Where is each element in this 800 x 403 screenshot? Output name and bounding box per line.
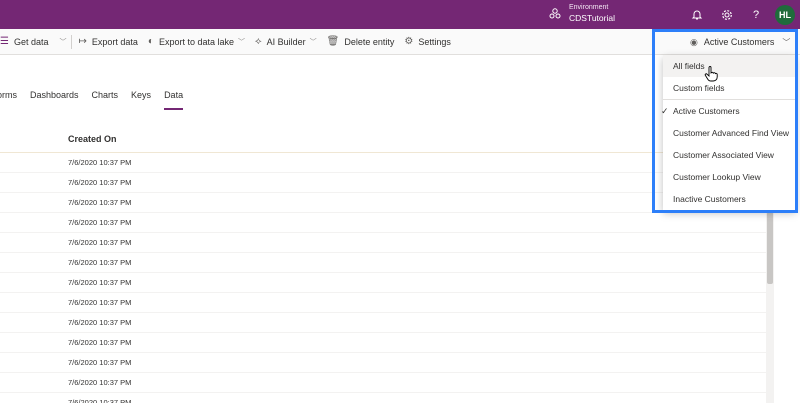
export-lake-label: Export to data lake bbox=[158, 36, 235, 47]
table-row[interactable]: 7/6/2020 10:37 PM bbox=[0, 293, 766, 313]
environment-name: CDSTutorial bbox=[569, 13, 615, 23]
export-data-label: Export data bbox=[91, 36, 138, 47]
chevron-down-icon: ﹀ bbox=[238, 38, 246, 46]
table-row[interactable]: 7/6/2020 10:37 PM bbox=[0, 393, 766, 403]
ai-builder-icon: ⟡ bbox=[255, 36, 262, 47]
hand-cursor-icon bbox=[704, 66, 718, 82]
chevron-down-icon: ﹀ bbox=[59, 38, 67, 46]
table-row[interactable]: 7/6/2020 10:37 PM bbox=[0, 313, 766, 333]
get-data-button[interactable]: ☰ Get data bbox=[0, 29, 54, 55]
get-data-label: Get data bbox=[13, 36, 49, 47]
chevron-down-icon: ﹀ bbox=[309, 38, 317, 46]
environment-picker[interactable]: Environment CDSTutorial bbox=[549, 3, 615, 23]
gear-icon[interactable] bbox=[720, 8, 734, 22]
tab-dashboards[interactable]: Dashboards bbox=[30, 90, 79, 110]
bell-icon[interactable] bbox=[690, 8, 704, 22]
arrow-right-icon: ↦ bbox=[78, 36, 87, 47]
tab-data[interactable]: Data bbox=[164, 90, 184, 110]
entity-tabs: orms Dashboards Charts Keys Data bbox=[0, 90, 196, 110]
ai-builder-label: AI Builder bbox=[266, 36, 306, 47]
delete-entity-button[interactable]: 🗑 Delete entity bbox=[322, 29, 400, 55]
vertical-scrollbar[interactable] bbox=[766, 180, 774, 403]
get-data-chevron[interactable]: ﹀ bbox=[54, 29, 69, 55]
delete-entity-label: Delete entity bbox=[344, 36, 395, 47]
avatar[interactable]: HL bbox=[775, 5, 795, 25]
gear-icon: ⚙ bbox=[404, 36, 414, 47]
table-row[interactable]: 7/6/2020 10:37 PM bbox=[0, 353, 766, 373]
trash-icon: 🗑 bbox=[326, 36, 340, 47]
highlight-box bbox=[652, 29, 798, 213]
help-icon[interactable]: ? bbox=[749, 8, 763, 22]
data-lake-icon: ◐ bbox=[147, 36, 154, 47]
column-header-created-on[interactable]: Created On bbox=[68, 134, 117, 144]
table-row[interactable]: 7/6/2020 10:37 PM bbox=[0, 273, 766, 293]
ai-builder-button[interactable]: ⟡ AI Builder ﹀ bbox=[250, 29, 322, 55]
tab-keys[interactable]: Keys bbox=[131, 90, 151, 110]
scrollbar-thumb[interactable] bbox=[767, 212, 773, 284]
table-row[interactable]: 7/6/2020 10:37 PM bbox=[0, 233, 766, 253]
database-icon: ☰ bbox=[0, 36, 9, 47]
divider bbox=[70, 34, 72, 49]
top-bar: Environment CDSTutorial ? HL bbox=[0, 0, 800, 29]
environment-label: Environment bbox=[569, 4, 609, 11]
table-row[interactable]: 7/6/2020 10:37 PM bbox=[0, 213, 766, 233]
table-row[interactable]: 7/6/2020 10:37 PM bbox=[0, 253, 766, 273]
tab-charts[interactable]: Charts bbox=[92, 90, 119, 110]
table-row[interactable]: 7/6/2020 10:37 PM bbox=[0, 373, 766, 393]
tab-forms[interactable]: orms bbox=[0, 90, 17, 110]
export-data-button[interactable]: ↦ Export data bbox=[74, 29, 143, 55]
settings-label: Settings bbox=[418, 36, 451, 47]
export-lake-button[interactable]: ◐ Export to data lake ﹀ bbox=[143, 29, 250, 55]
environment-icon bbox=[549, 8, 561, 19]
settings-button[interactable]: ⚙ Settings bbox=[399, 29, 456, 55]
table-row[interactable]: 7/6/2020 10:37 PM bbox=[0, 333, 766, 353]
